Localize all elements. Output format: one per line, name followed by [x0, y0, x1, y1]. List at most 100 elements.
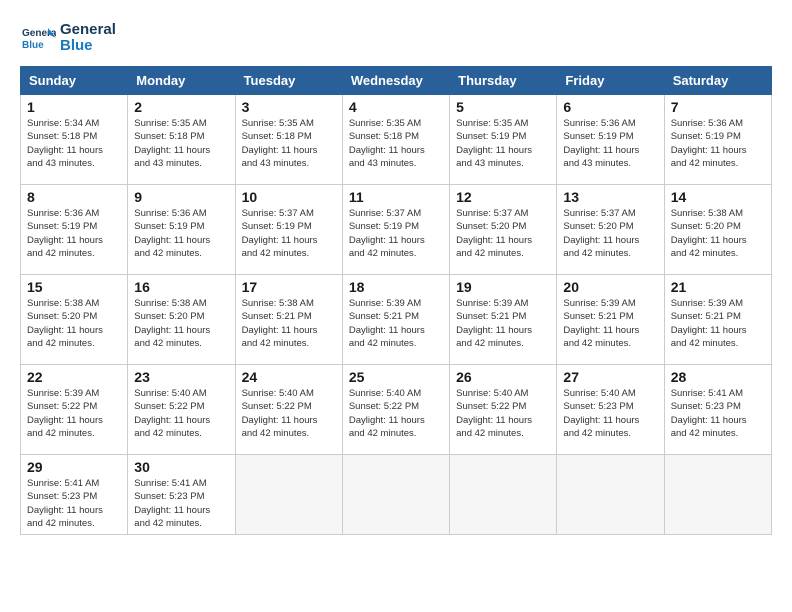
week-row-2: 8 Sunrise: 5:36 AM Sunset: 5:19 PM Daylig… [21, 185, 772, 275]
day-number: 13 [563, 189, 657, 205]
cell-details: Sunrise: 5:35 AM Sunset: 5:18 PM Dayligh… [349, 117, 443, 170]
day-number: 12 [456, 189, 550, 205]
cell-details: Sunrise: 5:37 AM Sunset: 5:19 PM Dayligh… [242, 207, 336, 260]
logo-general: General [60, 22, 116, 39]
cell-details: Sunrise: 5:40 AM Sunset: 5:22 PM Dayligh… [349, 387, 443, 440]
day-number: 4 [349, 99, 443, 115]
cell-details: Sunrise: 5:41 AM Sunset: 5:23 PM Dayligh… [27, 477, 121, 530]
cell-details: Sunrise: 5:38 AM Sunset: 5:20 PM Dayligh… [671, 207, 765, 260]
cell-details: Sunrise: 5:39 AM Sunset: 5:21 PM Dayligh… [671, 297, 765, 350]
logo-icon: General Blue [20, 20, 56, 56]
day-number: 24 [242, 369, 336, 385]
cell-details: Sunrise: 5:35 AM Sunset: 5:18 PM Dayligh… [134, 117, 228, 170]
day-number: 11 [349, 189, 443, 205]
calendar-cell: 30Sunrise: 5:41 AM Sunset: 5:23 PM Dayli… [128, 455, 235, 535]
day-header-wednesday: Wednesday [342, 67, 449, 95]
week-row-4: 22Sunrise: 5:39 AM Sunset: 5:22 PM Dayli… [21, 365, 772, 455]
cell-details: Sunrise: 5:39 AM Sunset: 5:21 PM Dayligh… [456, 297, 550, 350]
calendar-cell [342, 455, 449, 535]
day-number: 7 [671, 99, 765, 115]
calendar-table: SundayMondayTuesdayWednesdayThursdayFrid… [20, 66, 772, 535]
day-number: 2 [134, 99, 228, 115]
day-number: 25 [349, 369, 443, 385]
day-number: 26 [456, 369, 550, 385]
day-number: 20 [563, 279, 657, 295]
cell-details: Sunrise: 5:39 AM Sunset: 5:21 PM Dayligh… [563, 297, 657, 350]
calendar-cell: 20 Sunrise: 5:39 AM Sunset: 5:21 PM Dayli… [557, 275, 664, 365]
calendar-cell: 14 Sunrise: 5:38 AM Sunset: 5:20 PM Dayli… [664, 185, 771, 275]
cell-details: Sunrise: 5:40 AM Sunset: 5:22 PM Dayligh… [242, 387, 336, 440]
day-number: 3 [242, 99, 336, 115]
day-number: 6 [563, 99, 657, 115]
day-number: 29 [27, 459, 121, 475]
logo-blue: Blue [60, 38, 116, 55]
day-header-sunday: Sunday [21, 67, 128, 95]
cell-details: Sunrise: 5:39 AM Sunset: 5:21 PM Dayligh… [349, 297, 443, 350]
calendar-cell [235, 455, 342, 535]
calendar-cell: 13 Sunrise: 5:37 AM Sunset: 5:20 PM Dayli… [557, 185, 664, 275]
calendar-cell: 4 Sunrise: 5:35 AM Sunset: 5:18 PM Daylig… [342, 95, 449, 185]
cell-details: Sunrise: 5:40 AM Sunset: 5:23 PM Dayligh… [563, 387, 657, 440]
day-header-saturday: Saturday [664, 67, 771, 95]
calendar-cell: 22Sunrise: 5:39 AM Sunset: 5:22 PM Dayli… [21, 365, 128, 455]
calendar-cell: 21 Sunrise: 5:39 AM Sunset: 5:21 PM Dayli… [664, 275, 771, 365]
calendar-cell: 10 Sunrise: 5:37 AM Sunset: 5:19 PM Dayli… [235, 185, 342, 275]
day-number: 8 [27, 189, 121, 205]
day-number: 14 [671, 189, 765, 205]
cell-details: Sunrise: 5:37 AM Sunset: 5:20 PM Dayligh… [563, 207, 657, 260]
week-row-5: 29 Sunrise: 5:41 AM Sunset: 5:23 PM Dayli… [21, 455, 772, 535]
cell-details: Sunrise: 5:37 AM Sunset: 5:20 PM Dayligh… [456, 207, 550, 260]
day-number: 22 [27, 369, 121, 385]
cell-details: Sunrise: 5:35 AM Sunset: 5:19 PM Dayligh… [456, 117, 550, 170]
calendar-cell: 11 Sunrise: 5:37 AM Sunset: 5:19 PM Dayli… [342, 185, 449, 275]
cell-details: Sunrise: 5:38 AM Sunset: 5:20 PM Dayligh… [27, 297, 121, 350]
day-number: 9 [134, 189, 228, 205]
cell-details: Sunrise: 5:37 AM Sunset: 5:19 PM Dayligh… [349, 207, 443, 260]
calendar-cell: 19 Sunrise: 5:39 AM Sunset: 5:21 PM Dayli… [450, 275, 557, 365]
day-number: 1 [27, 99, 121, 115]
day-number: 5 [456, 99, 550, 115]
cell-details: Sunrise: 5:36 AM Sunset: 5:19 PM Dayligh… [27, 207, 121, 260]
calendar-cell: 3 Sunrise: 5:35 AM Sunset: 5:18 PM Daylig… [235, 95, 342, 185]
calendar-cell: 6 Sunrise: 5:36 AM Sunset: 5:19 PM Daylig… [557, 95, 664, 185]
calendar-cell: 25 Sunrise: 5:40 AM Sunset: 5:22 PM Dayli… [342, 365, 449, 455]
cell-details: Sunrise: 5:36 AM Sunset: 5:19 PM Dayligh… [134, 207, 228, 260]
day-number: 23 [134, 369, 228, 385]
day-number: 21 [671, 279, 765, 295]
calendar-cell: 12 Sunrise: 5:37 AM Sunset: 5:20 PM Dayli… [450, 185, 557, 275]
cell-details: Sunrise: 5:38 AM Sunset: 5:21 PM Dayligh… [242, 297, 336, 350]
day-number: 18 [349, 279, 443, 295]
cell-details: Sunrise: 5:34 AM Sunset: 5:18 PM Dayligh… [27, 117, 121, 170]
cell-details: Sunrise: 5:36 AM Sunset: 5:19 PM Dayligh… [563, 117, 657, 170]
day-number: 17 [242, 279, 336, 295]
logo: General Blue General Blue [20, 20, 116, 56]
calendar-cell: 15 Sunrise: 5:38 AM Sunset: 5:20 PM Dayli… [21, 275, 128, 365]
week-row-1: 1 Sunrise: 5:34 AM Sunset: 5:18 PM Daylig… [21, 95, 772, 185]
calendar-cell: 5 Sunrise: 5:35 AM Sunset: 5:19 PM Daylig… [450, 95, 557, 185]
day-number: 30 [134, 459, 228, 475]
cell-details: Sunrise: 5:41 AM Sunset: 5:23 PM Dayligh… [671, 387, 765, 440]
calendar-cell [450, 455, 557, 535]
calendar-cell: 23 Sunrise: 5:40 AM Sunset: 5:22 PM Dayli… [128, 365, 235, 455]
calendar-cell: 1 Sunrise: 5:34 AM Sunset: 5:18 PM Daylig… [21, 95, 128, 185]
day-number: 10 [242, 189, 336, 205]
cell-details: Sunrise: 5:40 AM Sunset: 5:22 PM Dayligh… [134, 387, 228, 440]
page-header: General Blue General Blue [20, 20, 772, 56]
cell-details: Sunrise: 5:35 AM Sunset: 5:18 PM Dayligh… [242, 117, 336, 170]
calendar-cell: 8 Sunrise: 5:36 AM Sunset: 5:19 PM Daylig… [21, 185, 128, 275]
calendar-cell: 9 Sunrise: 5:36 AM Sunset: 5:19 PM Daylig… [128, 185, 235, 275]
day-number: 15 [27, 279, 121, 295]
calendar-cell [664, 455, 771, 535]
calendar-cell: 2 Sunrise: 5:35 AM Sunset: 5:18 PM Daylig… [128, 95, 235, 185]
day-header-friday: Friday [557, 67, 664, 95]
day-number: 19 [456, 279, 550, 295]
day-header-monday: Monday [128, 67, 235, 95]
week-row-3: 15 Sunrise: 5:38 AM Sunset: 5:20 PM Dayli… [21, 275, 772, 365]
day-number: 27 [563, 369, 657, 385]
cell-details: Sunrise: 5:40 AM Sunset: 5:22 PM Dayligh… [456, 387, 550, 440]
cell-details: Sunrise: 5:36 AM Sunset: 5:19 PM Dayligh… [671, 117, 765, 170]
calendar-cell: 18 Sunrise: 5:39 AM Sunset: 5:21 PM Dayli… [342, 275, 449, 365]
calendar-cell: 27 Sunrise: 5:40 AM Sunset: 5:23 PM Dayli… [557, 365, 664, 455]
calendar-header-row: SundayMondayTuesdayWednesdayThursdayFrid… [21, 67, 772, 95]
day-number: 16 [134, 279, 228, 295]
